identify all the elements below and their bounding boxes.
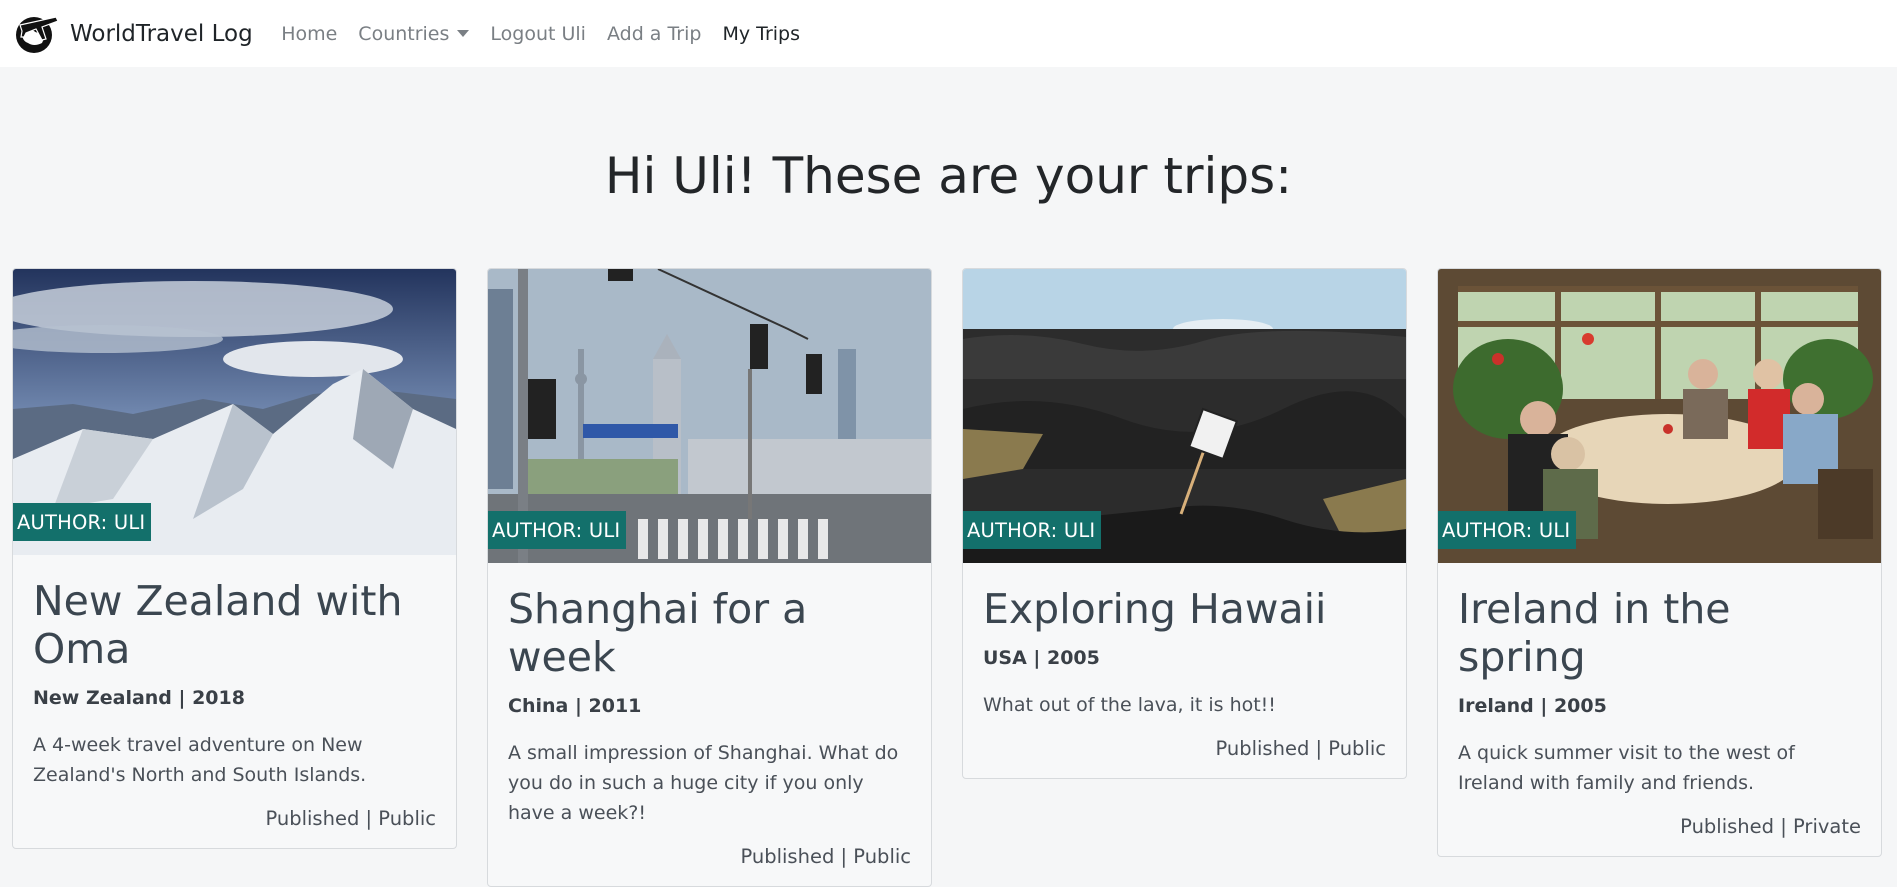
trip-image: AUTHOR: ULI: [13, 269, 456, 555]
nav-logout-label: Logout Uli: [490, 22, 586, 45]
author-badge: AUTHOR: ULI: [13, 503, 152, 541]
trip-image: AUTHOR: ULI: [1438, 269, 1881, 563]
nav-countries-dropdown[interactable]: Countries: [348, 23, 480, 45]
top-navbar: WorldTravel Log Home Countries Logout Ul…: [0, 0, 1897, 67]
trip-status: Published | Public: [1215, 737, 1386, 760]
trip-country-year: China | 2011: [508, 695, 642, 717]
trip-country-year: New Zealand | 2018: [33, 687, 245, 709]
author-badge: AUTHOR: ULI: [1438, 511, 1577, 549]
trip-title[interactable]: Ireland in the spring: [1458, 585, 1861, 681]
trip-title[interactable]: Exploring Hawaii: [983, 585, 1386, 633]
author-badge: AUTHOR: ULI: [963, 511, 1102, 549]
trip-card[interactable]: AUTHOR: ULI Exploring Hawaii USA | 2005 …: [962, 268, 1407, 779]
trip-card[interactable]: AUTHOR: ULI Shanghai for a week China | …: [487, 268, 932, 887]
trip-image: AUTHOR: ULI: [963, 269, 1406, 563]
trip-country-year: USA | 2005: [983, 647, 1100, 669]
nav-add-trip-label: Add a Trip: [606, 22, 702, 45]
trip-status: Published | Public: [265, 807, 436, 830]
trip-title[interactable]: New Zealand with Oma: [33, 577, 436, 673]
nav-add-trip[interactable]: Add a Trip: [596, 23, 711, 45]
trip-card[interactable]: AUTHOR: ULI Ireland in the spring Irelan…: [1437, 268, 1882, 857]
nav-my-trips-label: My Trips: [722, 22, 800, 45]
nav-my-trips[interactable]: My Trips: [712, 23, 811, 45]
trip-title[interactable]: Shanghai for a week: [508, 585, 911, 681]
trip-description: What out of the lava, it is hot!!: [983, 694, 1276, 716]
trip-description: A small impression of Shanghai. What do …: [508, 742, 899, 824]
nav-home[interactable]: Home: [271, 23, 348, 45]
trip-description: A 4-week travel adventure on New Zealand…: [33, 734, 367, 786]
trip-country-year: Ireland | 2005: [1458, 695, 1607, 717]
trip-image: AUTHOR: ULI: [488, 269, 931, 563]
trip-status: Published | Public: [740, 845, 911, 868]
caret-down-icon: [457, 30, 470, 37]
nav-home-label: Home: [281, 22, 338, 45]
brand-name: WorldTravel Log: [70, 20, 253, 47]
trip-card[interactable]: AUTHOR: ULI New Zealand with Oma New Zea…: [12, 268, 457, 849]
author-badge: AUTHOR: ULI: [488, 511, 627, 549]
nav-logout[interactable]: Logout Uli: [480, 23, 597, 45]
brand-link[interactable]: WorldTravel Log: [12, 13, 253, 55]
nav-countries-label: Countries: [358, 22, 450, 45]
trip-status: Published | Private: [1680, 815, 1861, 838]
globe-airplane-logo-icon: [16, 15, 59, 53]
trip-description: A quick summer visit to the west of Irel…: [1458, 742, 1795, 794]
page-title: Hi Uli! These are your trips:: [604, 147, 1293, 205]
